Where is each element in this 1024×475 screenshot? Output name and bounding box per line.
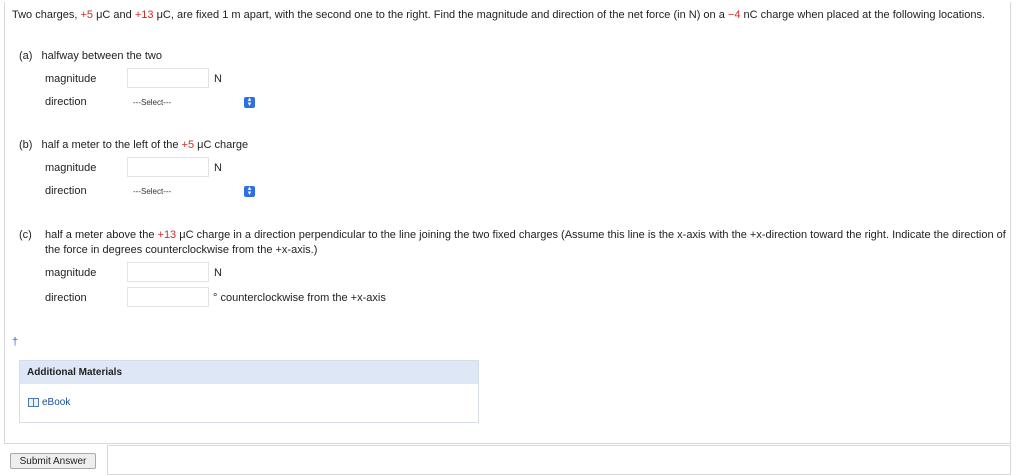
select-value: ---Select--- [133, 98, 172, 107]
intro-text: μC and [93, 9, 135, 21]
unit-label: N [214, 73, 222, 85]
submit-answer-button[interactable]: Submit Answer [10, 453, 96, 469]
unit-label: N [214, 162, 222, 174]
ebook-link[interactable]: eBook [28, 397, 70, 408]
part-letter: (a) [19, 50, 33, 62]
magnitude-label: magnitude [45, 162, 97, 174]
part-letter: (c) [19, 229, 32, 241]
charge-value: −4 [727, 9, 741, 21]
part-text: half a meter above the +13 μC charge in … [45, 228, 1009, 258]
magnitude-label: magnitude [45, 73, 97, 85]
book-icon [28, 398, 39, 407]
charge-value: +13 [134, 9, 154, 21]
part-letter: (b) [19, 139, 33, 151]
part-text-segment: μC charge [194, 139, 249, 151]
part-c-magnitude-input[interactable] [127, 262, 209, 282]
unit-label: N [214, 267, 222, 279]
part-text-segment: half a meter above the [45, 229, 158, 241]
part-b-label: (b) half a meter to the left of the +5 μ… [19, 138, 248, 153]
part-b-magnitude-input[interactable] [127, 157, 209, 177]
part-a-direction-select[interactable]: ---Select--- ▴ ▾ [127, 95, 257, 111]
ebook-label: eBook [42, 397, 71, 408]
intro-text: μC, are fixed 1 m apart, with the second… [153, 9, 728, 21]
part-text-segment: μC charge in a direction perpendicular t… [45, 229, 1006, 256]
charge-value: +13 [157, 229, 177, 241]
part-text: half a meter to the left of the +5 μC ch… [42, 139, 249, 151]
direction-label: direction [45, 96, 87, 108]
select-value: ---Select--- [133, 187, 172, 196]
select-arrows-icon: ▴ ▾ [244, 96, 255, 108]
part-a-magnitude-input[interactable] [127, 68, 209, 88]
part-c-direction-input[interactable] [127, 287, 209, 307]
part-c-label: (c) half a meter above the +13 μC charge… [19, 228, 1009, 258]
bottom-panel [107, 445, 1011, 475]
charge-value: +5 [181, 139, 195, 151]
additional-materials-panel: Additional Materials eBook [19, 360, 479, 423]
intro-text: nC charge when placed at the following l… [740, 9, 986, 21]
direction-label: direction [45, 292, 87, 304]
additional-materials-title: Additional Materials [20, 361, 478, 384]
part-text-segment: half a meter to the left of the [41, 139, 182, 151]
charge-value: +5 [80, 9, 94, 21]
part-text: halfway between the two [41, 50, 162, 62]
select-arrows-icon: ▴ ▾ [244, 185, 255, 197]
direction-label: direction [45, 185, 87, 197]
magnitude-label: magnitude [45, 267, 97, 279]
degree-unit-label: ° counterclockwise from the +x-axis [213, 292, 386, 304]
part-a-label: (a) halfway between the two [19, 49, 162, 64]
dagger-mark: † [12, 336, 19, 348]
question-intro: Two charges, +5 μC and +13 μC, are fixed… [12, 8, 1002, 23]
part-b-direction-select[interactable]: ---Select--- ▴ ▾ [127, 184, 257, 200]
intro-text: Two charges, [12, 9, 81, 21]
